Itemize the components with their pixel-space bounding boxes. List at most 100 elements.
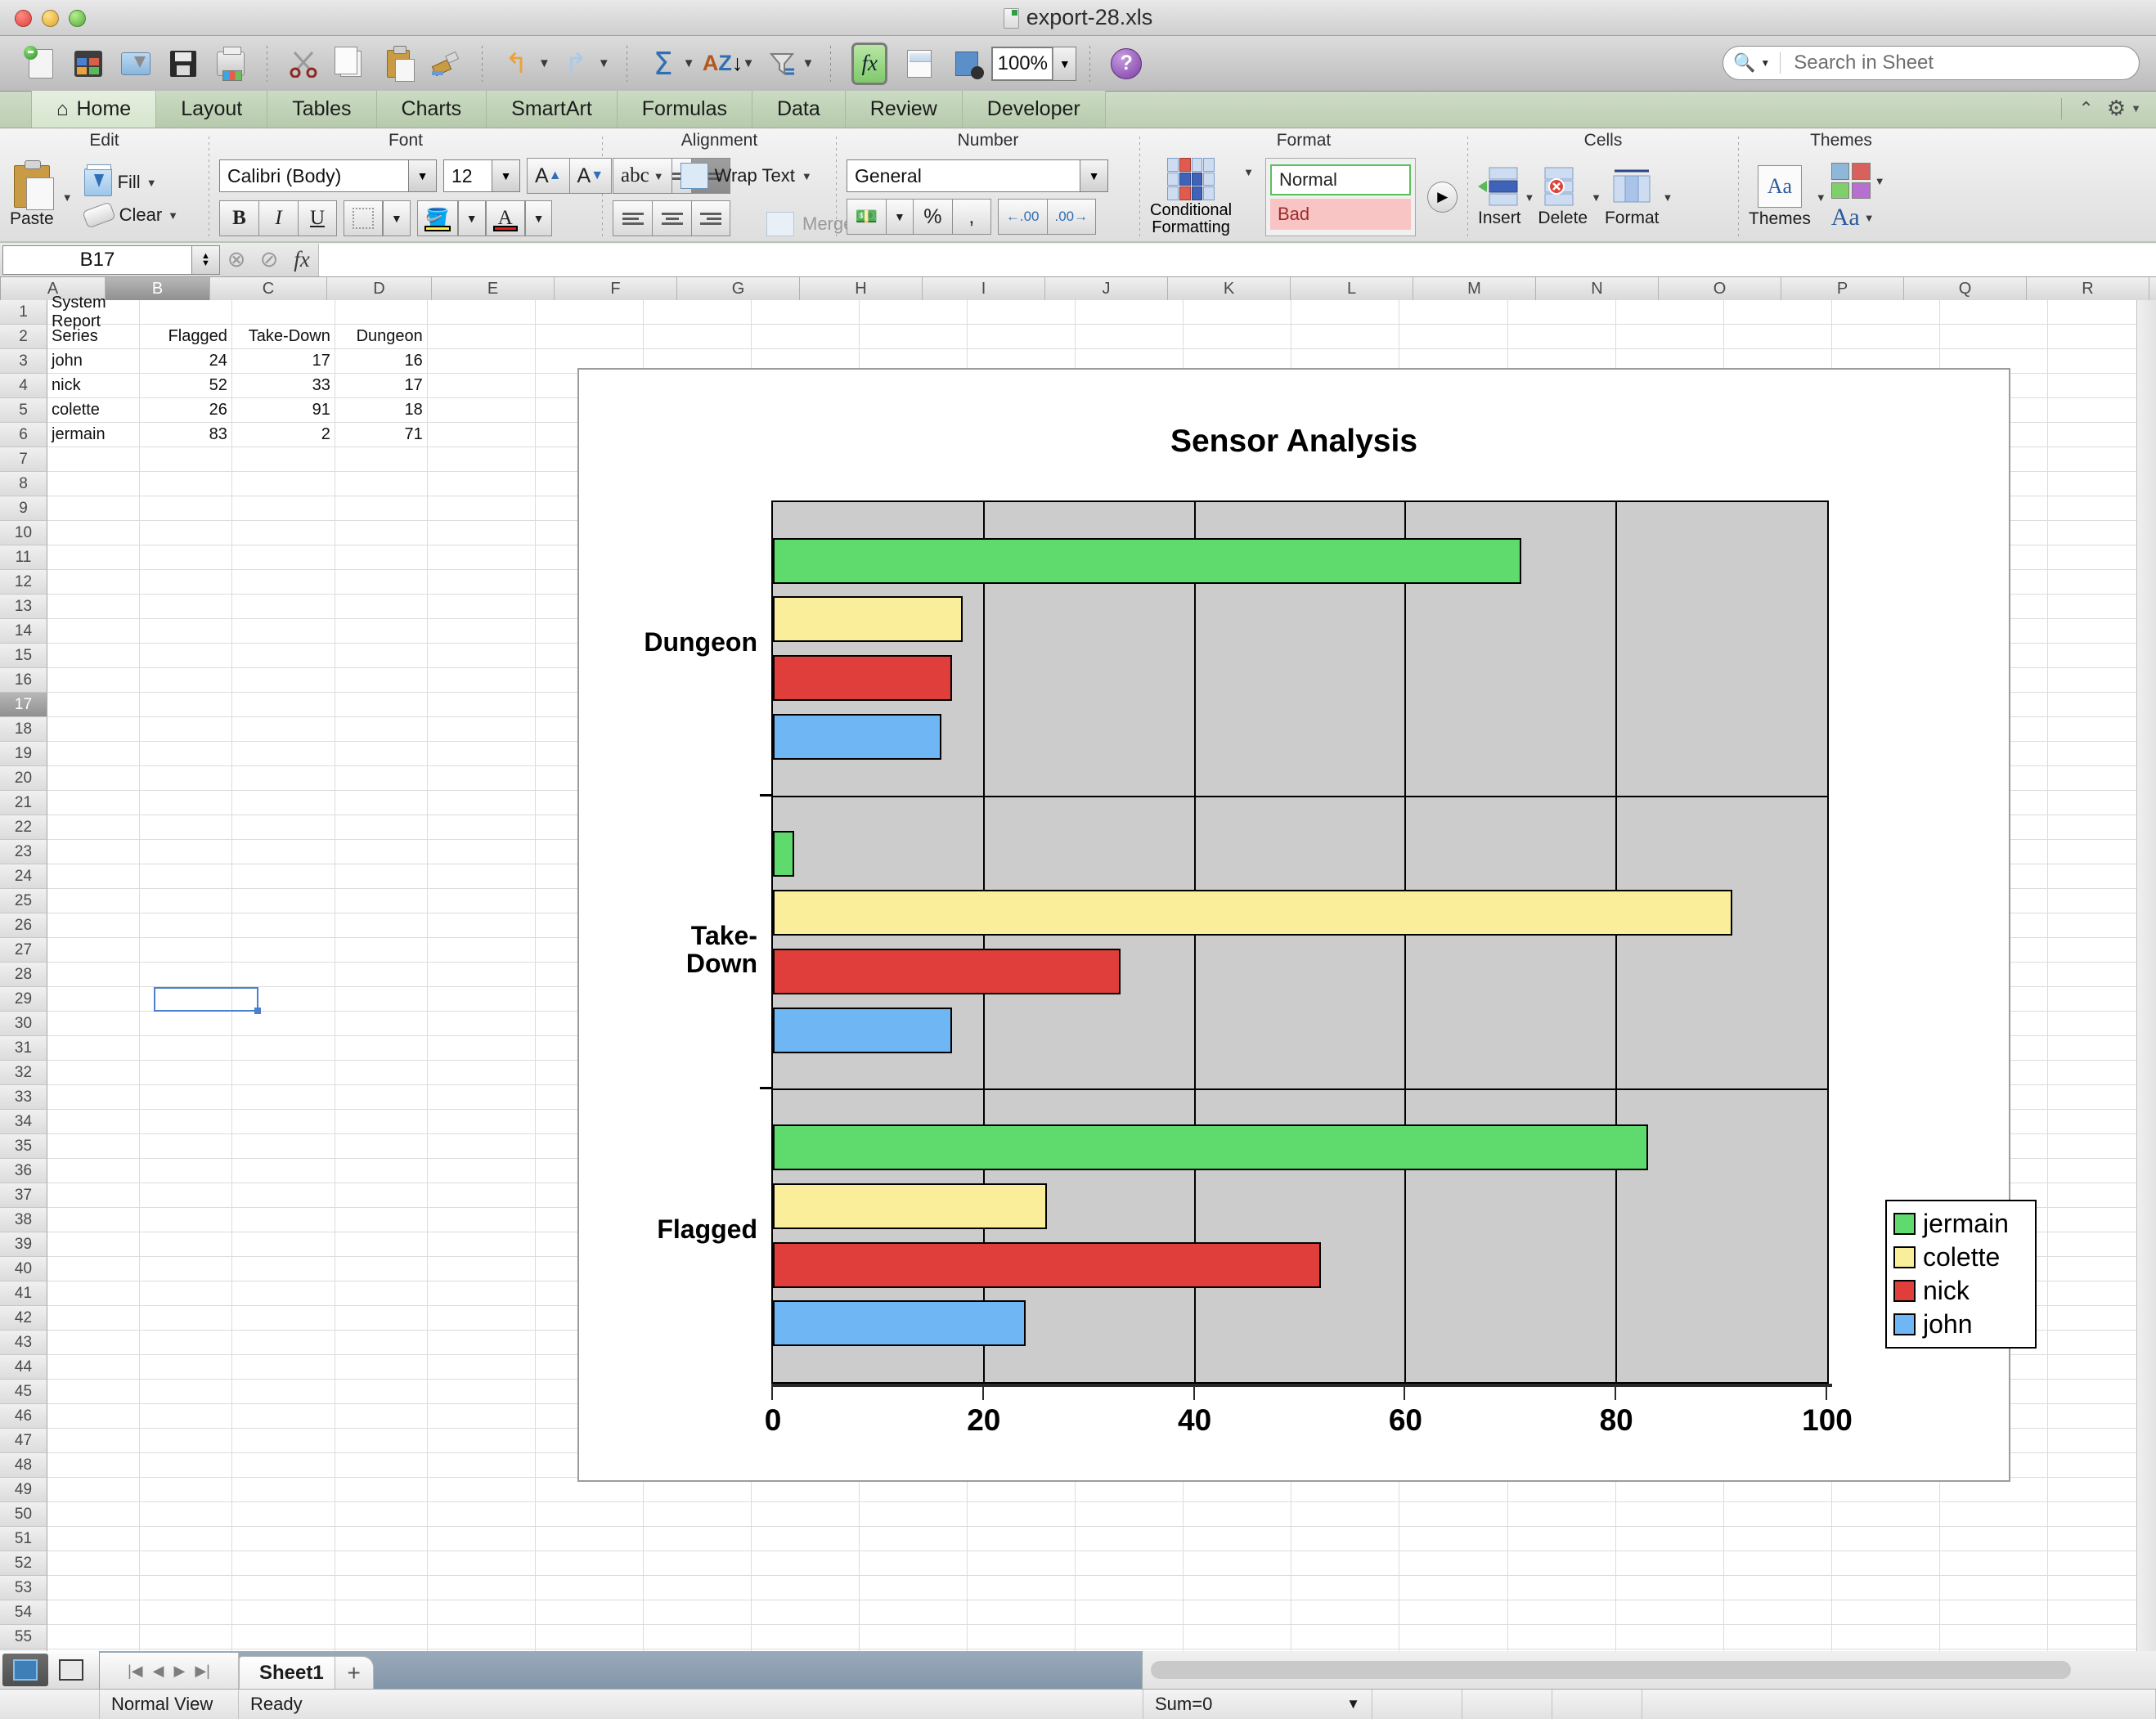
- cell-D40[interactable]: [335, 1257, 428, 1281]
- cell-D1[interactable]: [335, 300, 428, 325]
- row-header-53[interactable]: 53: [0, 1576, 47, 1600]
- cell-E8[interactable]: [427, 472, 536, 496]
- cell-I51[interactable]: [860, 1527, 968, 1551]
- cell-K2[interactable]: [1076, 325, 1184, 349]
- row-header-17[interactable]: 17: [0, 693, 47, 717]
- cell-B30[interactable]: [139, 1012, 232, 1036]
- cell-A22[interactable]: [47, 815, 140, 840]
- row-header-13[interactable]: 13: [0, 595, 47, 619]
- cell-A54[interactable]: [47, 1600, 140, 1625]
- formula-builder-button[interactable]: fx: [844, 41, 895, 87]
- delete-dropdown-icon[interactable]: ▼: [1591, 191, 1601, 204]
- font-size-input[interactable]: 12: [443, 159, 492, 192]
- cell-E12[interactable]: [427, 570, 536, 595]
- row-header-2[interactable]: 2: [0, 325, 47, 349]
- cell-D7[interactable]: [335, 447, 428, 472]
- cell-B18[interactable]: [139, 717, 232, 742]
- cell-E2[interactable]: [427, 325, 536, 349]
- cell-G54[interactable]: [643, 1600, 752, 1625]
- cell-C13[interactable]: [231, 595, 335, 619]
- fill-dropdown-icon[interactable]: ▼: [146, 177, 157, 189]
- cell-D44[interactable]: [335, 1355, 428, 1380]
- cell-B36[interactable]: [139, 1159, 232, 1183]
- cell-A52[interactable]: [47, 1551, 140, 1576]
- template-gallery-button[interactable]: [65, 41, 111, 87]
- cell-Q53[interactable]: [1723, 1576, 1832, 1600]
- cell-D23[interactable]: [335, 840, 428, 864]
- cell-D22[interactable]: [335, 815, 428, 840]
- cell-D39[interactable]: [335, 1232, 428, 1257]
- cell-L50[interactable]: [1184, 1502, 1292, 1527]
- underline-button[interactable]: U: [298, 200, 337, 236]
- cell-B45[interactable]: [139, 1380, 232, 1404]
- cell-S2[interactable]: [1939, 325, 2048, 349]
- row-header-46[interactable]: 46: [0, 1404, 47, 1429]
- cell-E25[interactable]: [427, 889, 536, 913]
- cell-F52[interactable]: [535, 1551, 644, 1576]
- cell-B21[interactable]: [139, 791, 232, 815]
- column-header-R[interactable]: R: [2027, 277, 2149, 300]
- cell-H54[interactable]: [751, 1600, 860, 1625]
- cell-D31[interactable]: [335, 1036, 428, 1061]
- cell-E51[interactable]: [427, 1527, 536, 1551]
- font-color-button[interactable]: A: [485, 200, 525, 236]
- cell-F1[interactable]: [535, 300, 644, 325]
- cell-A14[interactable]: [47, 619, 140, 644]
- borders-button[interactable]: [344, 200, 383, 236]
- cell-B54[interactable]: [139, 1600, 232, 1625]
- column-header-D[interactable]: D: [327, 277, 432, 300]
- cell-D33[interactable]: [335, 1085, 428, 1110]
- cell-D20[interactable]: [335, 766, 428, 791]
- cell-C21[interactable]: [231, 791, 335, 815]
- row-header-20[interactable]: 20: [0, 766, 47, 791]
- cell-R1[interactable]: [1831, 300, 1940, 325]
- row-header-16[interactable]: 16: [0, 668, 47, 693]
- cell-C5[interactable]: 91: [231, 398, 335, 423]
- cell-A32[interactable]: [47, 1061, 140, 1085]
- cell-P2[interactable]: [1615, 325, 1724, 349]
- style-normal[interactable]: Normal: [1269, 164, 1412, 195]
- cell-C38[interactable]: [231, 1208, 335, 1232]
- cell-E22[interactable]: [427, 815, 536, 840]
- cell-C51[interactable]: [231, 1527, 335, 1551]
- cell-C46[interactable]: [231, 1404, 335, 1429]
- cell-A16[interactable]: [47, 668, 140, 693]
- row-header-48[interactable]: 48: [0, 1453, 47, 1478]
- row-header-47[interactable]: 47: [0, 1429, 47, 1453]
- percent-button[interactable]: %: [912, 199, 952, 235]
- cell-C4[interactable]: 33: [231, 374, 335, 398]
- cell-M1[interactable]: [1291, 300, 1400, 325]
- cell-N53[interactable]: [1399, 1576, 1508, 1600]
- row-header-8[interactable]: 8: [0, 472, 47, 496]
- autosum-button[interactable]: Σ: [640, 41, 686, 87]
- cell-D27[interactable]: [335, 938, 428, 963]
- cell-O50[interactable]: [1507, 1502, 1616, 1527]
- cell-B28[interactable]: [139, 963, 232, 987]
- cell-K1[interactable]: [1076, 300, 1184, 325]
- fill-color-dropdown-icon[interactable]: ▼: [457, 200, 486, 236]
- column-header-M[interactable]: M: [1413, 277, 1536, 300]
- cell-A36[interactable]: [47, 1159, 140, 1183]
- column-header-S[interactable]: S: [2149, 277, 2156, 300]
- cell-I55[interactable]: [860, 1625, 968, 1649]
- row-header-34[interactable]: 34: [0, 1110, 47, 1134]
- cell-D8[interactable]: [335, 472, 428, 496]
- cell-B33[interactable]: [139, 1085, 232, 1110]
- comma-button[interactable]: ,: [951, 199, 991, 235]
- cell-O52[interactable]: [1507, 1551, 1616, 1576]
- fill-button[interactable]: Fill ▼: [83, 164, 178, 196]
- cell-B12[interactable]: [139, 570, 232, 595]
- row-header-29[interactable]: 29: [0, 987, 47, 1012]
- copy-button[interactable]: [328, 41, 374, 87]
- formula-input[interactable]: [318, 243, 2156, 276]
- cell-E43[interactable]: [427, 1331, 536, 1355]
- cell-A27[interactable]: [47, 938, 140, 963]
- cell-B51[interactable]: [139, 1527, 232, 1551]
- cell-R54[interactable]: [1831, 1600, 1940, 1625]
- cell-E37[interactable]: [427, 1183, 536, 1208]
- cell-B41[interactable]: [139, 1281, 232, 1306]
- sum-indicator[interactable]: Sum=0 ▼: [1143, 1689, 1372, 1719]
- cell-D47[interactable]: [335, 1429, 428, 1453]
- cell-G1[interactable]: [643, 300, 752, 325]
- row-header-32[interactable]: 32: [0, 1061, 47, 1085]
